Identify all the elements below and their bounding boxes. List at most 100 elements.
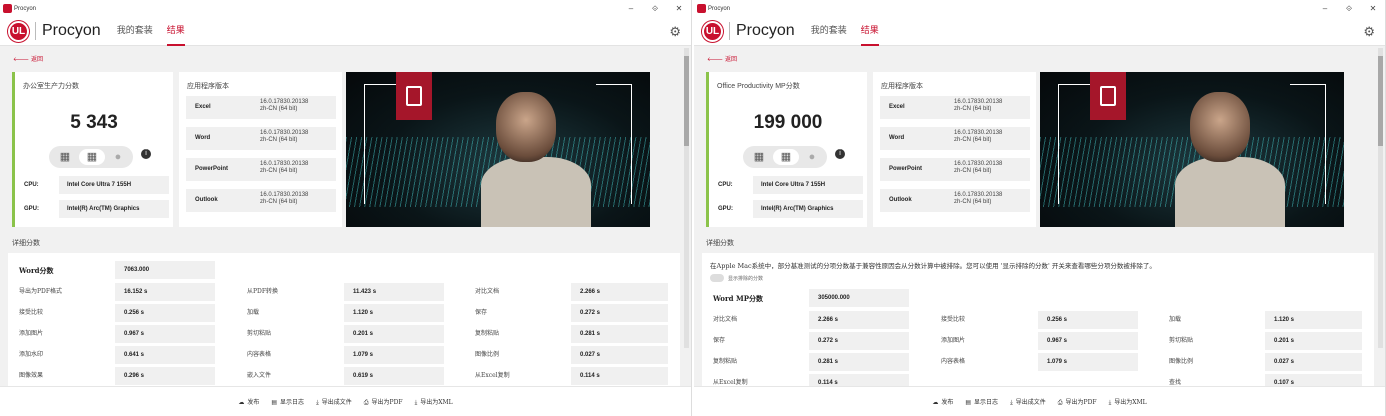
show-log-button[interactable]: ▤ 显示日志 <box>271 397 304 406</box>
app-name: Outlook <box>195 197 218 203</box>
detail-scores-panel: Word分数 7063.000 导出为PDF格式 16.152 s 从PDF转换 11.… <box>8 253 680 386</box>
subscore-label: 接受比较 <box>941 316 966 323</box>
word-score-value: 7063.000 <box>115 261 215 279</box>
scrollbar-thumb[interactable] <box>684 56 689 146</box>
subscore-label: 查找 <box>1169 379 1182 386</box>
subscore-value: 0.281 s <box>571 325 668 343</box>
subscore-label: 剪切粘贴 <box>1169 337 1194 344</box>
subscore-label: 剪切粘贴 <box>247 330 272 337</box>
app-header: UL Procyon 我的套装 结果 ⚙ <box>694 17 1385 46</box>
export-file-button[interactable]: ⤓ 导出成文件 <box>316 397 352 407</box>
app-version-row: Word 16.0.17830.20138 zh-CN (64 bit) <box>880 127 1030 150</box>
subscore-label: 保存 <box>713 337 726 344</box>
app-version: 16.0.17830.20138 zh-CN (64 bit) <box>260 99 309 112</box>
export-xml-button[interactable]: ⤓ 导出为XML <box>415 397 453 407</box>
detail-scores-label: 详细分数 <box>12 239 40 247</box>
subscore-value: 0.114 s <box>571 367 668 385</box>
back-link[interactable]: 🡐 返回 <box>13 54 43 63</box>
subscore-label: 内容表格 <box>247 351 272 358</box>
tab-my-suites[interactable]: 我的套装 <box>117 17 153 46</box>
exclusion-note: 在Apple Mac系统中，部分基准测试的分项分数基于兼容性原因会从分数计算中被… <box>710 262 1156 270</box>
subscore-value: 0.201 s <box>344 325 444 343</box>
person-face <box>496 92 556 162</box>
subscore-value: 1.120 s <box>344 304 444 322</box>
word-score-label: Word分数 <box>19 266 54 275</box>
export-xml-button[interactable]: ⤓ 导出为XML <box>1109 397 1147 407</box>
windows-11-icon[interactable]: ▦ <box>79 149 105 165</box>
apple-icon[interactable]: ● <box>799 149 825 165</box>
gpu-label: GPU: <box>718 206 733 212</box>
tab-my-suites[interactable]: 我的套装 <box>811 17 847 46</box>
publish-button[interactable]: ☁ 发布 <box>238 397 259 406</box>
cpu-label: CPU: <box>24 182 39 188</box>
gear-icon[interactable]: ⚙ <box>669 24 681 40</box>
show-excluded-toggle[interactable] <box>710 274 724 282</box>
back-label: 返回 <box>31 56 44 63</box>
maximize-button[interactable]: ⟐ <box>643 4 667 14</box>
cpu-value: Intel Core Ultra 7 155H <box>59 176 169 194</box>
publish-icon: ☁ <box>932 399 939 406</box>
app-name: Excel <box>195 104 211 110</box>
score-label: 办公室生产力分数 <box>23 83 79 90</box>
info-icon[interactable]: i <box>141 149 151 159</box>
detail-scores-label: 详细分数 <box>706 239 734 247</box>
minimize-button[interactable]: – <box>1313 4 1337 14</box>
os-selector[interactable]: ▦ ▦ ● <box>49 146 133 168</box>
export-pdf-button[interactable]: ⎙ 导出为PDF <box>364 397 403 407</box>
subscore-label: 内容表格 <box>941 358 966 365</box>
maximize-button[interactable]: ⟐ <box>1337 4 1361 14</box>
app-version: 16.0.17830.20138 zh-CN (64 bit) <box>260 161 309 174</box>
subscore-value: 1.120 s <box>1265 311 1362 329</box>
export-pdf-button[interactable]: ⎙ 导出为PDF <box>1058 397 1097 407</box>
subscore-value: 1.079 s <box>1038 353 1138 371</box>
subscore-label: 从PDF转换 <box>247 288 279 295</box>
tab-results[interactable]: 结果 <box>166 17 185 46</box>
app-version-row: Excel 16.0.17830.20138 zh-CN (64 bit) <box>880 96 1030 119</box>
results-content: 🡐 返回 Office Productivity MP分数 199 000 ▦ … <box>694 46 1385 386</box>
subscore-value: 0.027 s <box>571 346 668 364</box>
subscore-value: 0.256 s <box>115 304 215 322</box>
app-version-row: Word 16.0.17830.20138 zh-CN (64 bit) <box>186 127 336 150</box>
results-content: 🡐 返回 办公室生产力分数 5 343 ▦ ▦ ● i CPU: Intel C… <box>0 46 691 386</box>
scrollbar[interactable] <box>684 48 689 348</box>
close-button[interactable]: ✕ <box>1361 4 1385 14</box>
subscore-value: 11.423 s <box>344 283 444 301</box>
close-button[interactable]: ✕ <box>667 4 691 14</box>
app-name: Word <box>889 135 905 141</box>
gpu-value: Intel(R) Arc(TM) Graphics <box>59 200 169 218</box>
apple-icon[interactable]: ● <box>105 149 131 165</box>
windows-icon[interactable]: ▦ <box>52 149 78 165</box>
subscore-label: 添加水印 <box>19 351 44 358</box>
subscore-label: 图像比例 <box>1169 358 1194 365</box>
publish-button[interactable]: ☁ 发布 <box>932 397 953 406</box>
windows-icon[interactable]: ▦ <box>746 149 772 165</box>
back-link[interactable]: 🡐 返回 <box>707 54 737 63</box>
show-log-icon: ▤ <box>965 399 972 406</box>
subscore-label: 保存 <box>475 309 488 316</box>
cpu-label: CPU: <box>718 182 733 188</box>
scrollbar[interactable] <box>1378 48 1383 348</box>
export-file-button[interactable]: ⤓ 导出成文件 <box>1010 397 1046 407</box>
gear-icon[interactable]: ⚙ <box>1363 24 1375 40</box>
subscore-value: 0.272 s <box>809 332 909 350</box>
score-card: Office Productivity MP分数 199 000 ▦ ▦ ● i… <box>706 72 867 227</box>
hero-image <box>346 72 650 227</box>
windows-11-icon[interactable]: ▦ <box>773 149 799 165</box>
app-versions-card: 应用程序版本 Excel 16.0.17830.20138 zh-CN (64 b… <box>179 72 342 227</box>
subscore-label: 对比文档 <box>713 316 738 323</box>
frame-line <box>1290 84 1326 204</box>
subscore-label: 复制粘贴 <box>713 358 738 365</box>
app-version-row: Outlook 16.0.17830.20138 zh-CN (64 bit) <box>880 189 1030 212</box>
subscore-label: 从Excel复制 <box>475 372 510 379</box>
show-log-button[interactable]: ▤ 显示日志 <box>965 397 998 406</box>
scrollbar-thumb[interactable] <box>1378 56 1383 146</box>
os-selector[interactable]: ▦ ▦ ● <box>743 146 827 168</box>
tab-results[interactable]: 结果 <box>860 17 879 46</box>
minimize-button[interactable]: – <box>619 4 643 14</box>
info-icon[interactable]: i <box>835 149 845 159</box>
export-pdf-icon: ⎙ <box>1057 398 1063 406</box>
score-value: 199 000 <box>753 112 823 133</box>
frame-line <box>596 84 632 204</box>
back-label: 返回 <box>725 56 738 63</box>
brand-name: Procyon <box>35 22 101 40</box>
